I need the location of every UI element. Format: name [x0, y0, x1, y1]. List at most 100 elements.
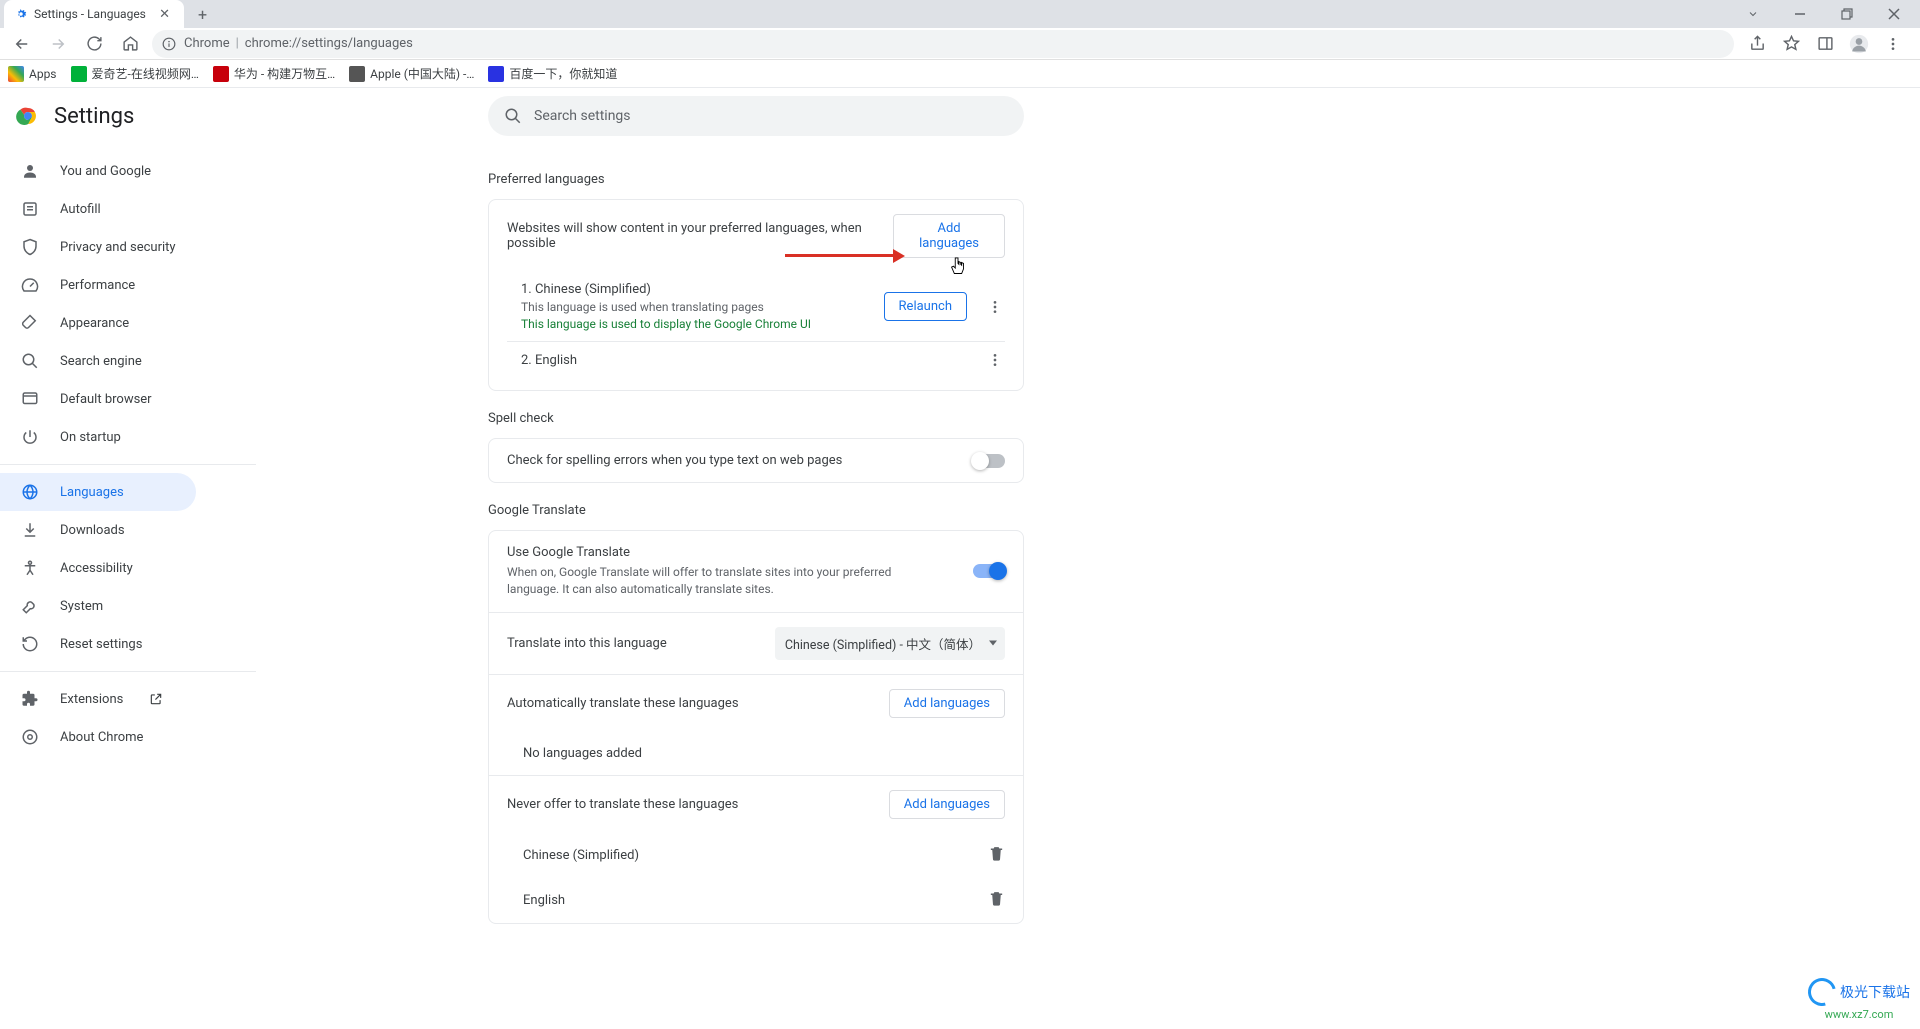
tab-close-icon[interactable]: ✕: [155, 5, 174, 24]
divider: [0, 671, 256, 672]
tab-title: Settings - Languages: [34, 7, 146, 21]
divider: [0, 464, 256, 465]
sidebar-item-appearance[interactable]: Appearance: [0, 304, 196, 342]
use-translate-title: Use Google Translate: [507, 545, 927, 560]
apps-button[interactable]: Apps: [8, 66, 57, 82]
translate-into-label: Translate into this language: [507, 636, 667, 651]
home-button[interactable]: [116, 30, 144, 58]
sidebar-item-performance[interactable]: Performance: [0, 266, 196, 304]
share-icon[interactable]: [1742, 29, 1772, 59]
sidebar-item-on-startup[interactable]: On startup: [0, 418, 196, 456]
bookmark-star-icon[interactable]: [1776, 29, 1806, 59]
use-translate-toggle[interactable]: [973, 564, 1005, 578]
close-window-icon[interactable]: [1871, 0, 1916, 28]
sidebar-item-you-and-google[interactable]: You and Google: [0, 152, 196, 190]
search-icon: [504, 107, 522, 125]
never-language-row: Chinese (Simplified): [489, 833, 1023, 878]
page-title: Settings: [54, 104, 134, 129]
download-icon: [20, 520, 40, 540]
tabs-dropdown-icon[interactable]: [1730, 0, 1775, 28]
reload-button[interactable]: [80, 30, 108, 58]
address-bar: Chrome|chrome://settings/languages: [0, 28, 1920, 60]
autofill-icon: [20, 199, 40, 219]
brush-icon: [20, 313, 40, 333]
extension-icon: [20, 689, 40, 709]
back-button[interactable]: [8, 30, 36, 58]
apps-icon: [8, 66, 24, 82]
info-icon: [20, 727, 40, 747]
sidebar-item-autofill[interactable]: Autofill: [0, 190, 196, 228]
minimize-icon[interactable]: [1777, 0, 1822, 28]
spell-check-card: Check for spelling errors when you type …: [488, 438, 1024, 483]
kebab-menu-icon[interactable]: [1878, 29, 1908, 59]
add-languages-button[interactable]: Add languages: [893, 214, 1005, 258]
bookmark-item[interactable]: 华为 - 构建万物互…: [213, 65, 335, 82]
language-title: 1. Chinese (Simplified): [521, 282, 811, 297]
add-auto-languages-button[interactable]: Add languages: [889, 689, 1005, 718]
bookmark-bar: Apps 爱奇艺-在线视频网… 华为 - 构建万物互… Apple (中国大陆)…: [0, 60, 1920, 88]
sidebar-item-languages[interactable]: Languages: [0, 473, 196, 511]
search-settings-input[interactable]: Search settings: [488, 96, 1024, 136]
never-lang-label: Chinese (Simplified): [523, 848, 639, 863]
search-icon: [20, 351, 40, 371]
sidebar-item-reset[interactable]: Reset settings: [0, 625, 196, 663]
spell-check-toggle[interactable]: [973, 454, 1005, 468]
translate-into-dropdown[interactable]: Chinese (Simplified) - 中文（简体）: [775, 627, 1005, 660]
person-icon: [20, 161, 40, 181]
auto-translate-label: Automatically translate these languages: [507, 696, 739, 711]
favicon-icon: [71, 66, 87, 82]
preferred-desc: Websites will show content in your prefe…: [507, 221, 893, 251]
sidebar-item-extensions[interactable]: Extensions: [0, 680, 196, 718]
settings-header: Settings Search settings: [0, 88, 1920, 144]
watermark: 极光下载站 www.xz7.com: [1808, 978, 1910, 1021]
bookmark-item[interactable]: Apple (中国大陆) -…: [349, 65, 474, 82]
language-sub: This language is used when translating p…: [521, 300, 811, 314]
accessibility-icon: [20, 558, 40, 578]
watermark-url: www.xz7.com: [1825, 1008, 1894, 1021]
section-spell-check: Spell check: [488, 411, 1024, 426]
main-content: Preferred languages Websites will show c…: [488, 88, 1024, 1029]
favicon-icon: [349, 66, 365, 82]
power-icon: [20, 427, 40, 447]
sidebar-item-about[interactable]: About Chrome: [0, 718, 196, 756]
more-icon[interactable]: [985, 352, 1005, 368]
forward-button[interactable]: [44, 30, 72, 58]
spell-check-desc: Check for spelling errors when you type …: [507, 453, 842, 468]
preferred-languages-card: Websites will show content in your prefe…: [488, 199, 1024, 391]
sidebar-item-downloads[interactable]: Downloads: [0, 511, 196, 549]
google-translate-card: Use Google Translate When on, Google Tra…: [488, 530, 1024, 924]
new-tab-button[interactable]: +: [192, 5, 213, 24]
window-controls: [1730, 0, 1916, 28]
relaunch-button[interactable]: Relaunch: [884, 292, 967, 321]
browser-tab[interactable]: Settings - Languages ✕: [4, 0, 184, 28]
sidebar: You and Google Autofill Privacy and secu…: [0, 88, 256, 1029]
use-translate-desc: When on, Google Translate will offer to …: [507, 564, 927, 598]
maximize-icon[interactable]: [1824, 0, 1869, 28]
sidebar-item-privacy[interactable]: Privacy and security: [0, 228, 196, 266]
never-translate-label: Never offer to translate these languages: [507, 797, 738, 812]
watermark-logo-icon: [1803, 973, 1841, 1011]
url-origin: Chrome: [184, 36, 230, 51]
bookmark-item[interactable]: 百度一下，你就知道: [488, 65, 617, 82]
site-info-icon[interactable]: [162, 37, 176, 51]
shield-icon: [20, 237, 40, 257]
globe-icon: [20, 482, 40, 502]
browser-icon: [20, 389, 40, 409]
sidebar-item-accessibility[interactable]: Accessibility: [0, 549, 196, 587]
profile-avatar-icon[interactable]: [1844, 29, 1874, 59]
sidebar-item-default-browser[interactable]: Default browser: [0, 380, 196, 418]
favicon-icon: [213, 66, 229, 82]
sidebar-item-system[interactable]: System: [0, 587, 196, 625]
url-box[interactable]: Chrome|chrome://settings/languages: [152, 30, 1734, 58]
more-icon[interactable]: [985, 299, 1005, 315]
watermark-text: 极光下载站: [1840, 982, 1910, 1002]
tab-bar: Settings - Languages ✕ +: [0, 0, 1920, 28]
sidebar-item-search-engine[interactable]: Search engine: [0, 342, 196, 380]
url-path: chrome://settings/languages: [245, 36, 413, 51]
delete-icon[interactable]: [988, 845, 1005, 866]
side-panel-icon[interactable]: [1810, 29, 1840, 59]
bookmark-item[interactable]: 爱奇艺-在线视频网…: [71, 65, 199, 82]
delete-icon[interactable]: [988, 890, 1005, 911]
section-preferred-languages: Preferred languages: [488, 172, 1024, 187]
add-never-languages-button[interactable]: Add languages: [889, 790, 1005, 819]
